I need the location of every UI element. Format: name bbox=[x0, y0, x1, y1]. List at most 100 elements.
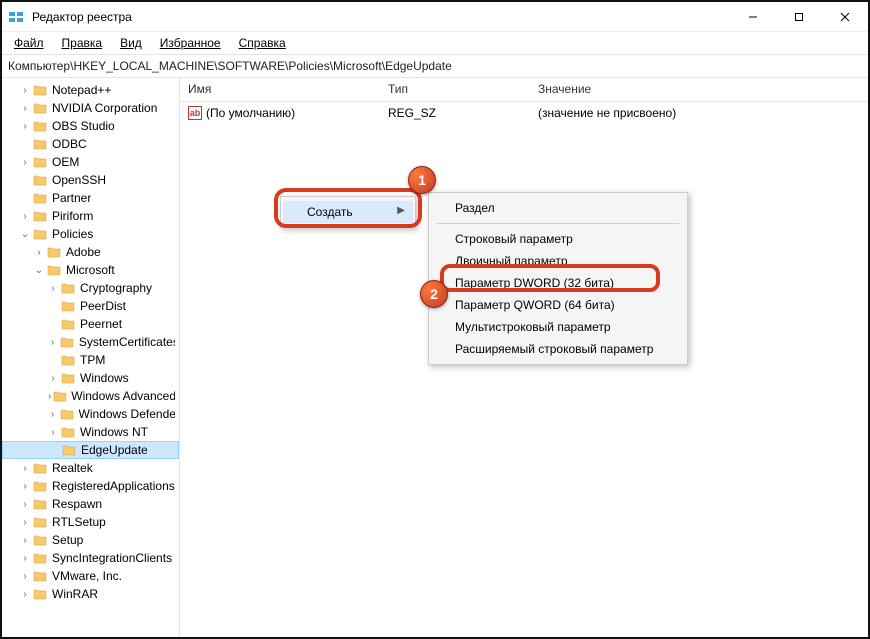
minimize-button[interactable] bbox=[730, 2, 776, 31]
folder-icon bbox=[46, 245, 62, 259]
tree-item[interactable]: ›Windows NT bbox=[2, 423, 179, 441]
chevron-right-icon[interactable]: › bbox=[18, 481, 32, 492]
tree-item[interactable]: ODBC bbox=[2, 135, 179, 153]
menu-favorites[interactable]: Избранное bbox=[152, 34, 229, 52]
chevron-right-icon[interactable]: › bbox=[18, 85, 32, 96]
tree-item-label: Cryptography bbox=[80, 281, 152, 295]
tree-item-label: Piriform bbox=[52, 209, 93, 223]
badge-1: 1 bbox=[408, 166, 436, 194]
chevron-right-icon[interactable]: › bbox=[18, 121, 32, 132]
tree-item-label: Peernet bbox=[80, 317, 122, 331]
chevron-right-icon[interactable]: › bbox=[18, 499, 32, 510]
chevron-right-icon[interactable]: › bbox=[18, 589, 32, 600]
registry-editor-window: Редактор реестра Файл Правка Вид Избранн… bbox=[0, 0, 870, 639]
tree-item-label: Windows bbox=[80, 371, 129, 385]
chevron-right-icon: ▶ bbox=[397, 205, 405, 216]
chevron-right-icon[interactable]: › bbox=[18, 517, 32, 528]
menu-edit[interactable]: Правка bbox=[54, 34, 111, 52]
tree-item-label: Partner bbox=[52, 191, 91, 205]
folder-icon bbox=[32, 227, 48, 241]
tree-item[interactable]: ›Windows Advanced Threat Protection bbox=[2, 387, 179, 405]
chevron-right-icon[interactable]: › bbox=[46, 283, 60, 294]
tree-item[interactable]: Peernet bbox=[2, 315, 179, 333]
tree-item[interactable]: ›SystemCertificates bbox=[2, 333, 179, 351]
chevron-right-icon[interactable]: › bbox=[46, 373, 60, 384]
tree-item[interactable]: ⌄Microsoft bbox=[2, 261, 179, 279]
close-button[interactable] bbox=[822, 2, 868, 31]
tree-item-label: WinRAR bbox=[52, 587, 98, 601]
tree-item-label: EdgeUpdate bbox=[81, 443, 148, 457]
chevron-right-icon[interactable]: › bbox=[46, 391, 53, 402]
tree-item[interactable]: ›Windows Defender bbox=[2, 405, 179, 423]
tree-item[interactable]: ›RTLSetup bbox=[2, 513, 179, 531]
ctx-string[interactable]: Строковый параметр bbox=[431, 228, 685, 250]
tree-item[interactable]: › Windows bbox=[2, 369, 179, 387]
folder-icon bbox=[32, 533, 48, 547]
chevron-right-icon[interactable]: › bbox=[18, 463, 32, 474]
ctx-binary[interactable]: Двоичный параметр bbox=[431, 250, 685, 272]
tree-item-label: Realtek bbox=[52, 461, 93, 475]
folder-icon bbox=[32, 515, 48, 529]
menu-view[interactable]: Вид bbox=[112, 34, 150, 52]
tree-item[interactable]: ›Respawn bbox=[2, 495, 179, 513]
chevron-right-icon[interactable]: › bbox=[18, 103, 32, 114]
folder-icon bbox=[32, 461, 48, 475]
address-bar[interactable]: Компьютер\HKEY_LOCAL_MACHINE\SOFTWARE\Po… bbox=[2, 54, 868, 78]
maximize-button[interactable] bbox=[776, 2, 822, 31]
tree-view[interactable]: ›Notepad++›NVIDIA Corporation›OBS Studio… bbox=[2, 78, 180, 637]
ctx-qword[interactable]: Параметр QWORD (64 бита) bbox=[431, 294, 685, 316]
tree-item[interactable]: PeerDist bbox=[2, 297, 179, 315]
tree-item-label: NVIDIA Corporation bbox=[52, 101, 157, 115]
chevron-right-icon[interactable]: › bbox=[18, 535, 32, 546]
chevron-right-icon[interactable]: › bbox=[46, 427, 60, 438]
tree-item[interactable]: › WinRAR bbox=[2, 585, 179, 603]
ctx-create[interactable]: Создать ▶ bbox=[283, 201, 413, 223]
tree-item[interactable]: ›VMware, Inc. bbox=[2, 567, 179, 585]
chevron-down-icon[interactable]: ⌄ bbox=[18, 229, 32, 240]
context-submenu: Раздел Строковый параметр Двоичный парам… bbox=[428, 192, 688, 365]
list-row[interactable]: ab (По умолчанию) REG_SZ (значение не пр… bbox=[180, 102, 868, 124]
tree-item[interactable]: OpenSSH bbox=[2, 171, 179, 189]
tree-item[interactable]: › Piriform bbox=[2, 207, 179, 225]
chevron-right-icon[interactable]: › bbox=[18, 553, 32, 564]
folder-icon bbox=[32, 479, 48, 493]
separator bbox=[437, 223, 679, 224]
menu-file[interactable]: Файл bbox=[6, 34, 52, 52]
tree-item[interactable]: › Realtek bbox=[2, 459, 179, 477]
ctx-expandstring[interactable]: Расширяемый строковый параметр bbox=[431, 338, 685, 360]
chevron-right-icon[interactable]: › bbox=[32, 247, 46, 258]
tree-item[interactable]: Partner bbox=[2, 189, 179, 207]
titlebar: Редактор реестра bbox=[2, 2, 868, 32]
tree-item[interactable]: › NVIDIA Corporation bbox=[2, 99, 179, 117]
ctx-key[interactable]: Раздел bbox=[431, 197, 685, 219]
chevron-right-icon[interactable]: › bbox=[46, 337, 59, 348]
chevron-right-icon[interactable]: › bbox=[46, 409, 59, 420]
chevron-down-icon[interactable]: ⌄ bbox=[32, 265, 46, 276]
ctx-dword[interactable]: Параметр DWORD (32 бита) bbox=[431, 272, 685, 294]
col-type[interactable]: Тип bbox=[380, 78, 530, 101]
list-view[interactable]: Имя Тип Значение ab (По умолчанию) REG_S… bbox=[180, 78, 868, 637]
tree-item[interactable]: ›SyncIntegrationClients bbox=[2, 549, 179, 567]
col-value[interactable]: Значение bbox=[530, 78, 868, 101]
tree-item[interactable]: ›Notepad++ bbox=[2, 81, 179, 99]
folder-icon bbox=[32, 83, 48, 97]
tree-item[interactable]: ⌄Policies bbox=[2, 225, 179, 243]
tree-item[interactable]: › Cryptography bbox=[2, 279, 179, 297]
chevron-right-icon[interactable]: › bbox=[18, 157, 32, 168]
tree-item[interactable]: ›OBS Studio bbox=[2, 117, 179, 135]
tree-item[interactable]: ›OEM bbox=[2, 153, 179, 171]
tree-item-label: TPM bbox=[80, 353, 105, 367]
tree-item[interactable]: EdgeUpdate bbox=[2, 441, 179, 459]
col-name[interactable]: Имя bbox=[180, 78, 380, 101]
menu-help[interactable]: Справка bbox=[231, 34, 294, 52]
chevron-right-icon[interactable]: › bbox=[18, 211, 32, 222]
tree-item-label: RegisteredApplications bbox=[52, 479, 175, 493]
chevron-right-icon[interactable]: › bbox=[18, 571, 32, 582]
folder-icon bbox=[32, 173, 48, 187]
tree-item[interactable]: › RegisteredApplications bbox=[2, 477, 179, 495]
tree-item[interactable]: ›Adobe bbox=[2, 243, 179, 261]
tree-item[interactable]: TPM bbox=[2, 351, 179, 369]
tree-item[interactable]: ›Setup bbox=[2, 531, 179, 549]
folder-icon bbox=[60, 371, 76, 385]
ctx-multistring[interactable]: Мультистроковый параметр bbox=[431, 316, 685, 338]
